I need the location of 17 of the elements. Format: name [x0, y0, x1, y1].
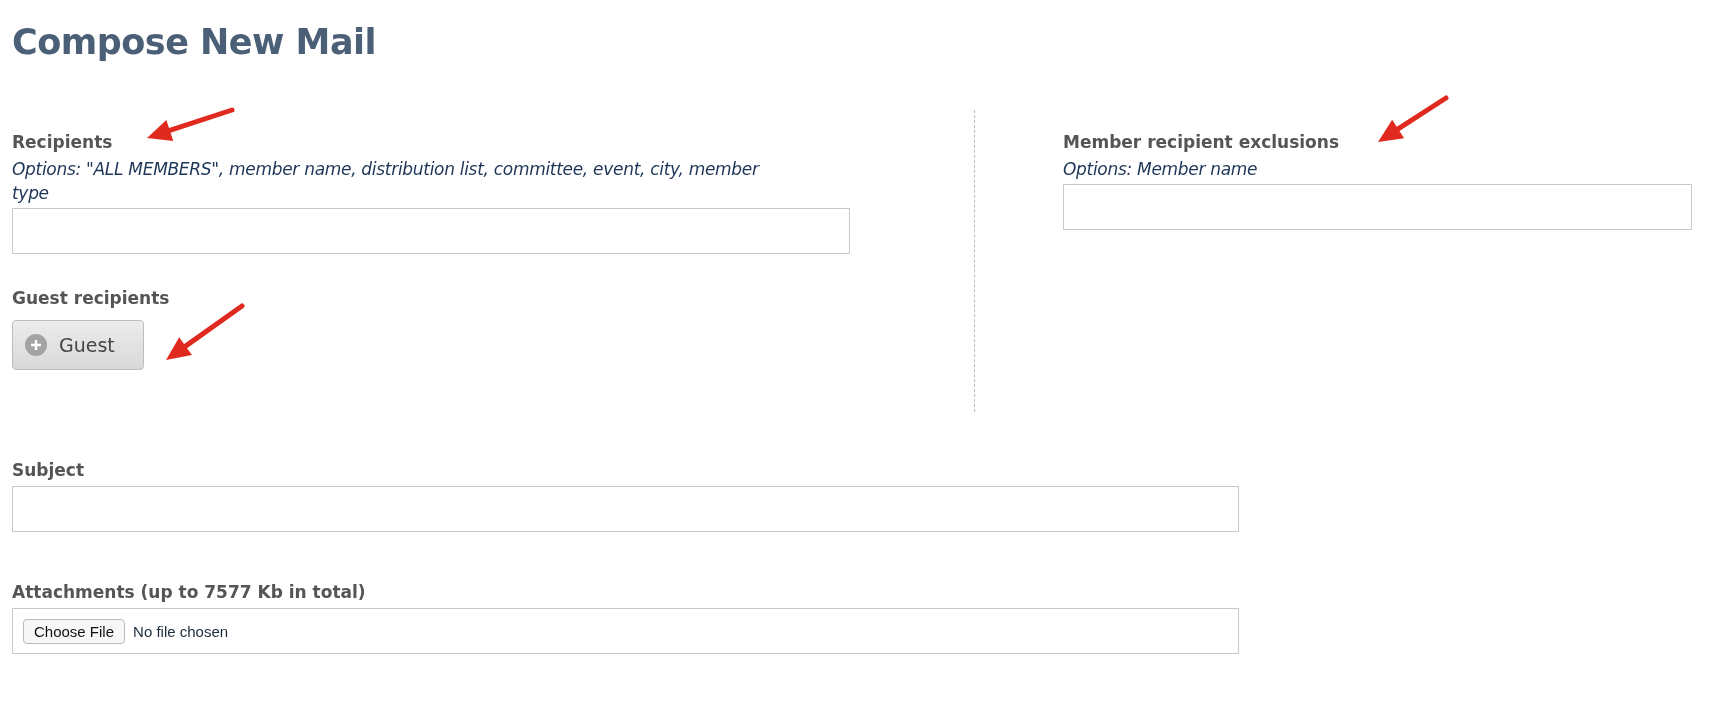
input-field[interactable] — [12, 207, 850, 254]
input-field[interactable] — [1063, 183, 1692, 230]
input-field[interactable] — [12, 486, 1239, 532]
field-hint: Options: Member name — [1063, 158, 1258, 181]
add-guest-button[interactable]: Guest — [12, 319, 144, 370]
field-label: Subject — [12, 460, 85, 480]
annotation-arrow — [1378, 95, 1449, 142]
field-label: Recipients — [12, 132, 113, 152]
page-title: Compose New Mail — [12, 22, 378, 62]
file-input-field[interactable]: Choose File No file chosen — [12, 608, 1239, 654]
file-status: No file chosen — [133, 622, 229, 640]
field-label: Member recipient exclusions — [1063, 132, 1339, 152]
choose-file-button[interactable]: Choose File — [23, 618, 126, 644]
field-hint: Options: "ALL MEMBERS", member name, distribution list, committee, event, city, member type — [12, 158, 761, 205]
field-label: Attachments (up to 7577 Kb in total) — [12, 582, 366, 602]
plus-icon — [25, 333, 47, 356]
field-label: Guest recipients — [12, 287, 170, 308]
